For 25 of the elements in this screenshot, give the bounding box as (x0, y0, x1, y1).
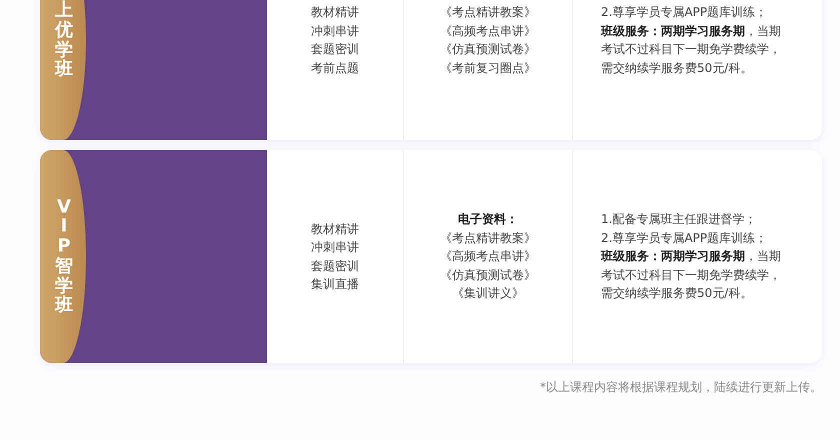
service-text: 2.尊享学员专属APP题库训练； (601, 4, 768, 21)
course-item: 冲刺串讲 (311, 239, 359, 256)
course-item: 考前点题 (311, 60, 359, 76)
material-item: 《仿真预测试卷》 (440, 266, 536, 284)
material-item: 《集训讲义》 (452, 285, 524, 302)
material-item: 《高频考点串讲》 (440, 22, 536, 40)
course-item: 套题密训 (311, 258, 359, 274)
course-item: 冲刺串讲 (311, 22, 359, 40)
material-item: 《考前复习圈点》 (440, 60, 536, 76)
class-name: 上优学班 (55, 0, 73, 80)
course-item: 教材精讲 (311, 220, 359, 238)
materials-heading: 电子资料： (458, 211, 518, 228)
service-text: 2.尊享学员专属APP题库训练； (601, 230, 768, 247)
service-text: 班级服务：两期学习服务期，当期考试不过科目下一期免学费续学，需交纳续学服务费50元/科。 (601, 22, 782, 76)
footnote: *以上课程内容将根据课程规划，陆续进行更新上传。 (540, 379, 822, 396)
service-text: 1.配备专属班主任跟进督学； (601, 211, 758, 228)
material-item: 《仿真预测试卷》 (440, 41, 536, 58)
course-item: 套题密训 (311, 41, 359, 58)
class-name: VIP智学班 (55, 197, 73, 316)
material-item: 《考点精讲教案》 (440, 230, 536, 247)
material-item: 《考点精讲教案》 (440, 4, 536, 21)
course-item: 教材精讲 (311, 4, 359, 21)
service-text: 班级服务：两期学习服务期，当期考试不过科目下一期免学费续学，需交纳续学服务费50元/科。 (601, 248, 782, 302)
course-item: 集训直播 (311, 276, 359, 293)
material-item: 《高频考点串讲》 (440, 248, 536, 266)
